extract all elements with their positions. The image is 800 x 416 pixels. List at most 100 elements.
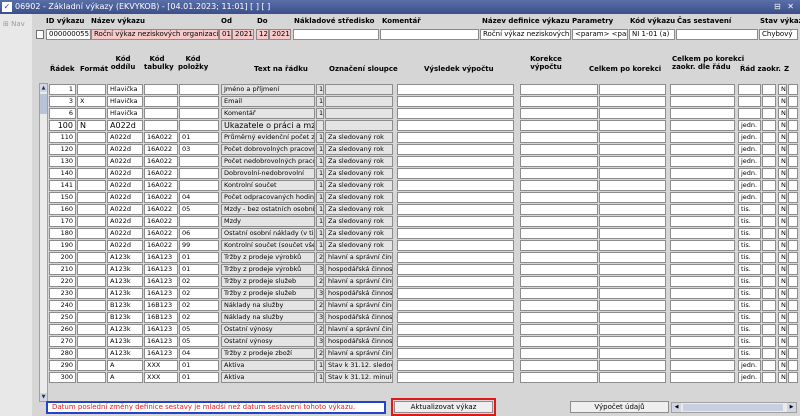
cell-y[interactable] bbox=[788, 312, 798, 323]
cell-x[interactable] bbox=[762, 336, 776, 347]
cell-oddil[interactable]: A022d bbox=[107, 240, 143, 251]
cell-radek[interactable]: 290 bbox=[49, 360, 76, 371]
cell-oznaceni[interactable]: Za sledovaný rok bbox=[325, 144, 393, 155]
cell-oznaceni[interactable]: hlavní a správní činnost bbox=[325, 300, 393, 311]
cell-tabulka[interactable]: 16A022 bbox=[144, 144, 178, 155]
cell-zaokr[interactable] bbox=[670, 204, 735, 215]
cell-radek[interactable]: 120 bbox=[49, 144, 76, 155]
cell-rad[interactable]: jedn. bbox=[738, 360, 761, 371]
cell-y[interactable] bbox=[788, 168, 798, 179]
cell-polozka[interactable]: 01 bbox=[179, 132, 219, 143]
cell-cel[interactable] bbox=[599, 360, 666, 371]
cell-oznaceni[interactable]: hospodářská činnost bbox=[325, 336, 393, 347]
cell-cel[interactable] bbox=[599, 276, 666, 287]
cell-oznaceni[interactable] bbox=[325, 96, 393, 107]
cell-polozka[interactable]: 01 bbox=[179, 372, 219, 383]
cell-vys[interactable] bbox=[397, 192, 514, 203]
scroll-right-icon[interactable]: ▶ bbox=[787, 403, 796, 412]
cell-y[interactable] bbox=[788, 240, 798, 251]
cell-radek[interactable]: 100 bbox=[49, 120, 76, 131]
cell-num[interactable]: 2 bbox=[316, 276, 324, 287]
cell-x[interactable] bbox=[762, 144, 776, 155]
cell-zaokr[interactable] bbox=[670, 372, 735, 383]
cell-oznaceni[interactable] bbox=[325, 120, 393, 131]
table-row[interactable]: 200 A123k 16A123 01 Tržby z prodeje výrobků 2… bbox=[32, 252, 800, 264]
table-row[interactable]: 240 B123k 16B123 02 Náklady na služby 2 hlavní… bbox=[32, 300, 800, 312]
scroll-left-icon[interactable]: ◀ bbox=[672, 403, 681, 412]
cell-text[interactable]: Dobrovolní-nedobrovolní bbox=[221, 168, 315, 179]
cell-radek[interactable]: 160 bbox=[49, 204, 76, 215]
update-report-button[interactable]: Aktualizovat výkaz bbox=[394, 401, 493, 413]
cell-oddil[interactable]: A022d bbox=[107, 132, 143, 143]
cell-z[interactable]: N bbox=[778, 300, 787, 311]
cell-tabulka[interactable]: 16A022 bbox=[144, 156, 178, 167]
cell-y[interactable] bbox=[788, 96, 798, 107]
cell-cel[interactable] bbox=[599, 192, 666, 203]
cell-format[interactable] bbox=[77, 336, 106, 347]
cell-kor[interactable] bbox=[520, 360, 598, 371]
cell-format[interactable] bbox=[77, 372, 106, 383]
cell-kor[interactable] bbox=[520, 216, 598, 227]
cell-vys[interactable] bbox=[397, 240, 514, 251]
cell-format[interactable] bbox=[77, 264, 106, 275]
cell-kor[interactable] bbox=[520, 288, 598, 299]
cell-cel[interactable] bbox=[599, 240, 666, 251]
cell-text[interactable]: Tržby z prodeje služeb bbox=[221, 276, 315, 287]
cell-y[interactable] bbox=[788, 216, 798, 227]
cell-vys[interactable] bbox=[397, 300, 514, 311]
cell-kor[interactable] bbox=[520, 192, 598, 203]
cell-num[interactable]: 2 bbox=[316, 324, 324, 335]
cell-z[interactable]: N bbox=[778, 324, 787, 335]
cell-zaokr[interactable] bbox=[670, 120, 735, 131]
cell-polozka[interactable] bbox=[179, 96, 219, 107]
cell-zaokr[interactable] bbox=[670, 252, 735, 263]
cell-radek[interactable]: 210 bbox=[49, 264, 76, 275]
cell-zaokr[interactable] bbox=[670, 132, 735, 143]
cell-oddil[interactable]: A123k bbox=[107, 288, 143, 299]
cell-text[interactable]: Komentář bbox=[221, 108, 315, 119]
cell-polozka[interactable]: 04 bbox=[179, 348, 219, 359]
cell-kor[interactable] bbox=[520, 228, 598, 239]
cell-polozka[interactable]: 04 bbox=[179, 192, 219, 203]
cell-cel[interactable] bbox=[599, 228, 666, 239]
cell-x[interactable] bbox=[762, 324, 776, 335]
cell-tabulka[interactable]: 16A022 bbox=[144, 180, 178, 191]
cell-oddil[interactable]: A123k bbox=[107, 264, 143, 275]
cell-text[interactable]: Tržby z prodeje zboží bbox=[221, 348, 315, 359]
cell-polozka[interactable]: 05 bbox=[179, 204, 219, 215]
cell-z[interactable]: N bbox=[778, 168, 787, 179]
cell-y[interactable] bbox=[788, 144, 798, 155]
cell-vys[interactable] bbox=[397, 168, 514, 179]
cell-oddil[interactable]: A022d bbox=[107, 216, 143, 227]
cell-radek[interactable]: 170 bbox=[49, 216, 76, 227]
cell-oddil[interactable]: Hlavička bbox=[107, 96, 143, 107]
table-row[interactable]: 160 A022d 16A022 05 Mzdy - bez ostatních oso… bbox=[32, 204, 800, 216]
cell-cel[interactable] bbox=[599, 120, 666, 131]
cell-polozka[interactable]: 02 bbox=[179, 312, 219, 323]
cell-rad[interactable]: tis. bbox=[738, 336, 761, 347]
cell-kor[interactable] bbox=[520, 300, 598, 311]
cell-cel[interactable] bbox=[599, 300, 666, 311]
cell-tabulka[interactable]: 16A022 bbox=[144, 168, 178, 179]
cell-zaokr[interactable] bbox=[670, 240, 735, 251]
cost-center-field[interactable] bbox=[293, 29, 379, 40]
cell-num[interactable]: 1 bbox=[316, 360, 324, 371]
cell-rad[interactable]: tis. bbox=[738, 324, 761, 335]
name-field[interactable]: Roční výkaz neziskových organizací, bbox=[91, 29, 219, 40]
cell-format[interactable] bbox=[77, 300, 106, 311]
cell-num[interactable]: 1 bbox=[316, 372, 324, 383]
cell-oddil[interactable]: A bbox=[107, 360, 143, 371]
cell-text[interactable]: Náklady na služby bbox=[221, 300, 315, 311]
cell-x[interactable] bbox=[762, 228, 776, 239]
cell-polozka[interactable]: 02 bbox=[179, 288, 219, 299]
table-row[interactable]: 210 A123k 16A123 01 Tržby z prodeje výrobků 3… bbox=[32, 264, 800, 276]
cell-rad[interactable]: tis. bbox=[738, 228, 761, 239]
cell-kor[interactable] bbox=[520, 144, 598, 155]
cell-x[interactable] bbox=[762, 108, 776, 119]
cell-x[interactable] bbox=[762, 156, 776, 167]
cell-x[interactable] bbox=[762, 276, 776, 287]
cell-polozka[interactable] bbox=[179, 168, 219, 179]
cell-kor[interactable] bbox=[520, 312, 598, 323]
cell-rad[interactable]: jedn. bbox=[738, 132, 761, 143]
cell-z[interactable]: N bbox=[778, 216, 787, 227]
